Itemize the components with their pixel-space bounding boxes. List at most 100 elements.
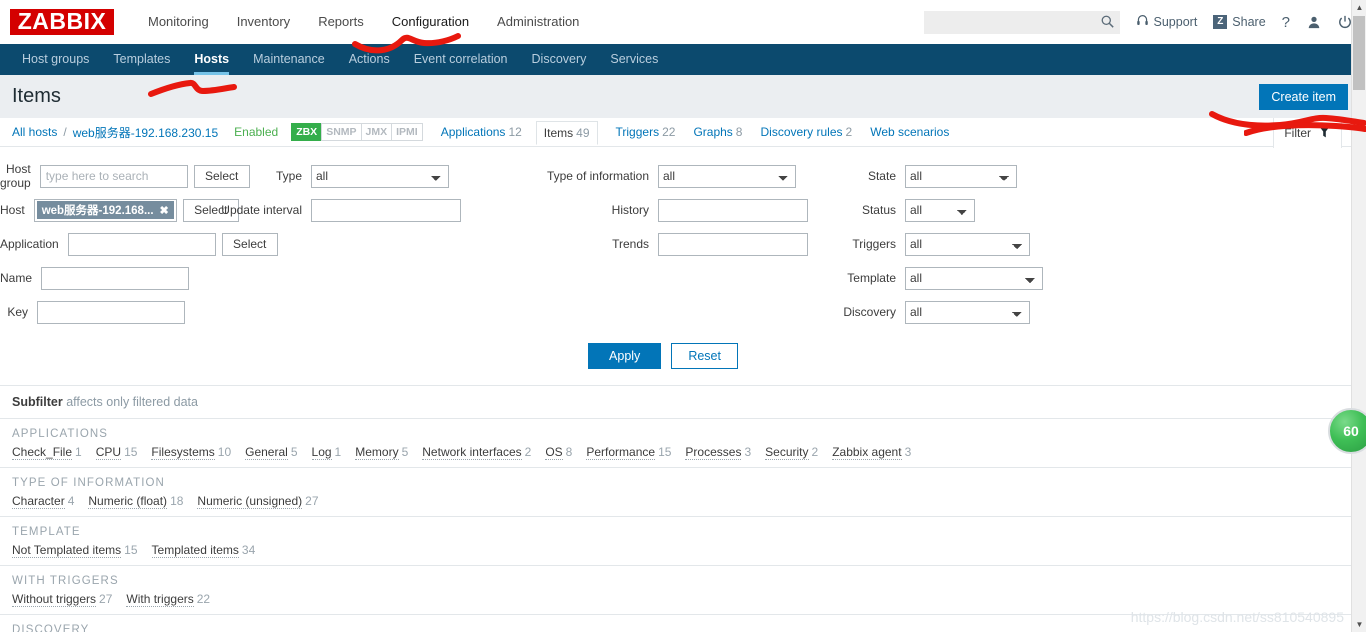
subfilter-item-link[interactable]: With triggers — [126, 592, 194, 607]
nav-reports[interactable]: Reports — [304, 0, 378, 44]
subnav-services[interactable]: Services — [598, 44, 670, 75]
subfilter-item[interactable]: Network interfaces 2 — [422, 445, 531, 460]
status-select[interactable]: all — [905, 198, 975, 222]
subfilter-item[interactable]: Filesystems 10 — [151, 445, 231, 460]
subfilter-item[interactable]: Without triggers 27 — [12, 592, 112, 607]
share-link[interactable]: Z Share — [1213, 15, 1266, 29]
subfilter-item-count: 18 — [170, 494, 184, 508]
filter-row-state: State all — [810, 159, 1366, 193]
zabbix-logo[interactable]: ZABBIX — [10, 8, 114, 35]
subfilter-item-link[interactable]: Without triggers — [12, 592, 97, 607]
breadcrumb-host[interactable]: web服务器-192.168.230.15 — [73, 124, 218, 141]
subnav-host-groups[interactable]: Host groups — [10, 44, 101, 75]
floating-counter-badge[interactable]: 60 — [1328, 408, 1366, 454]
help-icon[interactable]: ? — [1282, 14, 1290, 31]
subfilter-item-link[interactable]: Processes — [685, 445, 742, 460]
state-select[interactable]: all — [905, 164, 1017, 188]
triggers-select[interactable]: all — [905, 232, 1030, 256]
tab-triggers[interactable]: Triggers 22 — [616, 125, 676, 139]
history-label: History — [611, 203, 649, 217]
nav-administration[interactable]: Administration — [483, 0, 593, 44]
tab-applications[interactable]: Applications 12 — [441, 125, 522, 139]
scroll-up-arrow[interactable]: ▲ — [1352, 0, 1366, 15]
subnav-hosts[interactable]: Hosts — [182, 44, 241, 75]
host-group-input[interactable] — [39, 164, 188, 188]
nav-inventory[interactable]: Inventory — [223, 0, 304, 44]
nav-configuration[interactable]: Configuration — [378, 0, 483, 44]
filter-tab[interactable]: Filter — [1273, 118, 1342, 148]
apply-button[interactable]: Apply — [588, 343, 662, 369]
trends-input[interactable] — [658, 232, 808, 256]
subfilter-item[interactable]: Character 4 — [12, 494, 74, 509]
key-input[interactable] — [37, 300, 185, 324]
type-select[interactable]: all — [311, 164, 449, 188]
tab-discovery-rules[interactable]: Discovery rules 2 — [760, 125, 852, 139]
subfilter-item[interactable]: With triggers 22 — [126, 592, 210, 607]
scroll-down-arrow[interactable]: ▼ — [1352, 617, 1366, 632]
global-search[interactable] — [923, 10, 1120, 34]
breadcrumb-all-hosts[interactable]: All hosts — [12, 125, 57, 139]
update-interval-input[interactable] — [311, 198, 461, 222]
subfilter-item[interactable]: Templated items 34 — [151, 543, 255, 558]
scrollbar-thumb[interactable] — [1353, 16, 1365, 90]
name-input[interactable] — [41, 266, 190, 290]
create-item-button[interactable]: Create item — [1259, 84, 1348, 110]
tab-items[interactable]: Items 49 — [535, 121, 598, 145]
subfilter-item-link[interactable]: Network interfaces — [422, 445, 522, 460]
subfilter-item[interactable]: Numeric (float) 18 — [88, 494, 184, 509]
template-select[interactable]: all — [905, 266, 1043, 290]
interface-badges: ZBX SNMP JMX IPMI — [291, 123, 423, 141]
nav-monitoring[interactable]: Monitoring — [134, 0, 223, 44]
subnav-templates[interactable]: Templates — [101, 44, 182, 75]
subfilter-item[interactable]: CPU 15 — [95, 445, 137, 460]
host-chip-remove-icon[interactable]: ✖ — [160, 204, 169, 217]
subfilter-item[interactable]: OS 8 — [545, 445, 572, 460]
type-label: Type — [275, 169, 302, 183]
host-multiselect[interactable]: web服务器-192.168... ✖ — [33, 198, 177, 222]
subfilter-item-link[interactable]: Check_File — [12, 445, 73, 460]
host-chip[interactable]: web服务器-192.168... ✖ — [36, 201, 174, 219]
subfilter-item-link[interactable]: Not Templated items — [12, 543, 122, 558]
subfilter-item[interactable]: Not Templated items 15 — [12, 543, 138, 558]
subfilter-item[interactable]: Processes 3 — [685, 445, 751, 460]
subfilter-item[interactable]: Zabbix agent 3 — [832, 445, 911, 460]
subfilter-item[interactable]: General 5 — [245, 445, 298, 460]
type-of-information-select[interactable]: all — [658, 164, 796, 188]
subfilter-item[interactable]: Numeric (unsigned) 27 — [197, 494, 319, 509]
search-input[interactable] — [923, 11, 1092, 33]
reset-button[interactable]: Reset — [671, 343, 738, 369]
subfilter-item[interactable]: Security 2 — [765, 445, 818, 460]
subfilter-item-link[interactable]: Templated items — [151, 543, 239, 558]
subfilter-item-link[interactable]: Zabbix agent — [832, 445, 902, 460]
subfilter-item-link[interactable]: Log — [311, 445, 332, 460]
subfilter-item-link[interactable]: OS — [545, 445, 563, 460]
discovery-select[interactable]: all — [905, 300, 1030, 324]
vertical-scrollbar[interactable]: ▲ ▼ — [1351, 0, 1366, 632]
subfilter-item[interactable]: Check_File 1 — [12, 445, 82, 460]
subnav-event-correlation[interactable]: Event correlation — [402, 44, 520, 75]
subnav-actions[interactable]: Actions — [337, 44, 402, 75]
support-link[interactable]: Support — [1136, 14, 1197, 30]
history-input[interactable] — [658, 198, 808, 222]
tab-web-scenarios[interactable]: Web scenarios — [870, 125, 949, 139]
subfilter-item-link[interactable]: CPU — [95, 445, 122, 460]
subfilter-item-link[interactable]: Numeric (float) — [88, 494, 168, 509]
tab-graphs[interactable]: Graphs 8 — [693, 125, 742, 139]
subfilter-item-link[interactable]: Filesystems — [151, 445, 215, 460]
application-label: Application — [0, 237, 59, 251]
subfilter-item-link[interactable]: Numeric (unsigned) — [197, 494, 303, 509]
power-icon[interactable] — [1338, 15, 1352, 29]
subfilter-item[interactable]: Performance 15 — [586, 445, 671, 460]
subfilter-items: Without triggers 27 With triggers 22 — [12, 592, 1354, 607]
subfilter-item-link[interactable]: Performance — [586, 445, 656, 460]
user-icon[interactable] — [1307, 15, 1321, 29]
subfilter-item-link[interactable]: General — [245, 445, 288, 460]
subfilter-item-link[interactable]: Memory — [355, 445, 399, 460]
subfilter-item-link[interactable]: Character — [12, 494, 65, 509]
subnav-maintenance[interactable]: Maintenance — [241, 44, 337, 75]
subfilter-item[interactable]: Log 1 — [311, 445, 341, 460]
trends-label: Trends — [612, 237, 649, 251]
subfilter-item-link[interactable]: Security — [765, 445, 809, 460]
subfilter-item[interactable]: Memory 5 — [355, 445, 408, 460]
subnav-discovery[interactable]: Discovery — [520, 44, 599, 75]
